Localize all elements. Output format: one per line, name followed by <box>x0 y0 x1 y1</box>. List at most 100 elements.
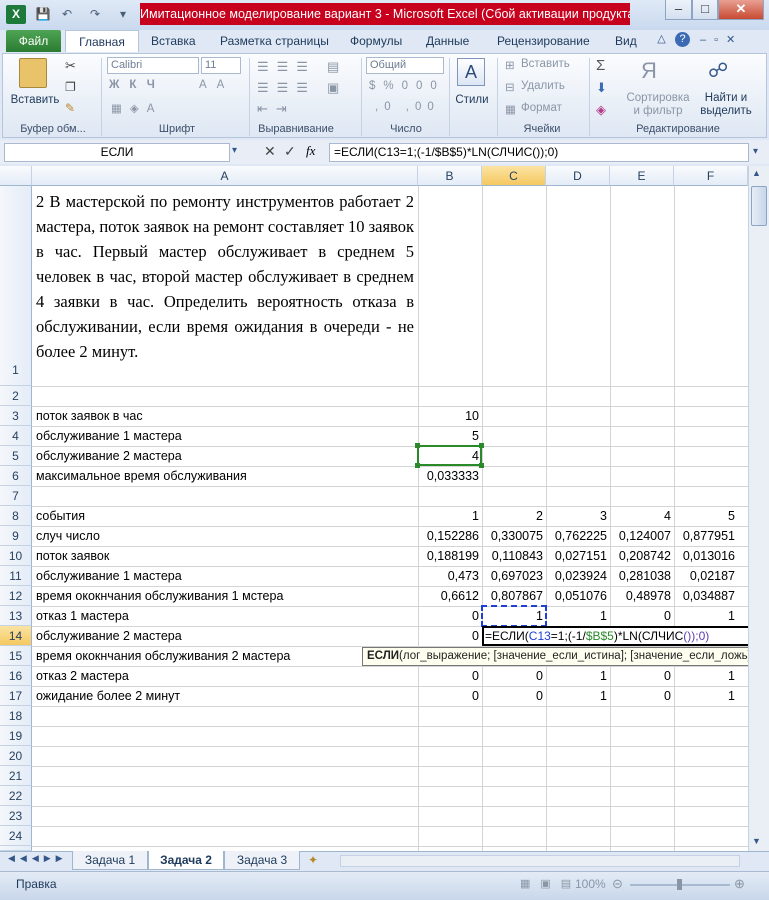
row-header[interactable]: 12 <box>0 586 32 606</box>
tab-file[interactable]: Файл <box>6 30 61 52</box>
customize-qat-icon[interactable]: ▾ <box>114 5 132 23</box>
currency-percent-icons[interactable]: $%000 <box>369 80 445 92</box>
row-header[interactable]: 10 <box>0 546 32 566</box>
name-box[interactable]: ЕСЛИ <box>4 143 230 162</box>
view-mode-icons[interactable]: ▦▣▤ <box>520 877 581 890</box>
table-cell[interactable]: 0,697023 <box>482 566 546 586</box>
expand-formula-icon[interactable]: ▾ <box>753 146 758 157</box>
tooltip-function-name[interactable]: ЕСЛИ <box>367 650 399 662</box>
close-button[interactable]: ✕ <box>718 0 764 20</box>
row-header[interactable]: 1 <box>0 186 32 386</box>
row-label[interactable]: время ококнчания обслуживания 2 мастера <box>36 646 414 666</box>
scroll-thumb[interactable] <box>751 186 767 226</box>
table-cell[interactable]: 0,02187 <box>674 566 738 586</box>
cell-a3[interactable]: поток заявок в час <box>36 406 414 426</box>
horizontal-align-icons[interactable]: ☰☰☰ <box>257 80 316 96</box>
enter-icon[interactable]: ✓ <box>284 143 296 160</box>
zoom-in-icon[interactable]: ⊕ <box>734 876 745 892</box>
insert-cells-button[interactable]: Вставить <box>521 58 570 70</box>
minimize-button[interactable]: – <box>665 0 692 20</box>
table-cell[interactable]: 0,188199 <box>418 546 482 566</box>
decimal-icons[interactable]: ,0 ,00 <box>375 101 440 113</box>
table-cell[interactable]: 0 <box>418 626 482 646</box>
table-cell[interactable]: 0,110843 <box>482 546 546 566</box>
zoom-slider-thumb[interactable] <box>677 879 682 890</box>
row-header[interactable]: 7 <box>0 486 32 506</box>
sheet-tab-1[interactable]: Задача 1 <box>72 851 148 870</box>
col-header-d[interactable]: D <box>546 166 610 186</box>
row-label[interactable]: события <box>36 506 414 526</box>
help-icon[interactable]: ? <box>675 32 690 47</box>
table-cell[interactable]: 0 <box>482 666 546 686</box>
cell-a4[interactable]: обслуживание 1 мастера <box>36 426 414 446</box>
table-cell[interactable]: 1 <box>674 606 738 626</box>
table-cell[interactable]: 0,48978 <box>610 586 674 606</box>
table-cell[interactable]: 3 <box>546 506 610 526</box>
row-label[interactable]: поток заявок <box>36 546 414 566</box>
row-header[interactable]: 3 <box>0 406 32 426</box>
row-header[interactable]: 4 <box>0 426 32 446</box>
table-cell[interactable]: 0,6612 <box>418 586 482 606</box>
tab-review[interactable]: Рецензирование <box>497 30 590 52</box>
wrap-text-icon[interactable]: ▤ <box>327 59 339 75</box>
table-cell[interactable]: 0,124007 <box>610 526 674 546</box>
row-header[interactable]: 17 <box>0 686 32 706</box>
table-cell[interactable]: 0,281038 <box>610 566 674 586</box>
font-name-box[interactable]: Calibri <box>107 57 199 74</box>
table-cell[interactable]: 0,034887 <box>674 586 738 606</box>
insert-cells-icon[interactable]: ⊞ <box>505 58 515 72</box>
row-header[interactable]: 6 <box>0 466 32 486</box>
sheet-nav-icons[interactable]: ◀◀◀▶▶ <box>8 853 68 864</box>
row-header[interactable]: 8 <box>0 506 32 526</box>
row-header[interactable]: 16 <box>0 666 32 686</box>
row-header[interactable]: 19 <box>0 726 32 746</box>
worksheet-grid[interactable]: A B C D E F 1 2 3 4 5 6 7 8 9 10 11 12 1… <box>0 166 748 851</box>
tab-page-layout[interactable]: Разметка страницы <box>220 30 329 52</box>
table-cell[interactable]: 0,013016 <box>674 546 738 566</box>
formula-input[interactable]: =ЕСЛИ(C13=1;(-1/$B$5)*LN(СЛЧИС());0) <box>329 143 749 162</box>
col-header-f[interactable]: F <box>674 166 748 186</box>
table-cell[interactable]: 0,208742 <box>610 546 674 566</box>
table-cell[interactable]: 1 <box>546 606 610 626</box>
tab-insert[interactable]: Вставка <box>151 30 196 52</box>
table-cell[interactable]: 1 <box>418 506 482 526</box>
cancel-icon[interactable]: ✕ <box>264 143 276 160</box>
row-header[interactable]: 20 <box>0 746 32 766</box>
merge-icon[interactable]: ▣ <box>327 80 339 96</box>
scroll-up-icon[interactable]: ▲ <box>752 168 761 178</box>
clear-icon[interactable]: ◈ <box>596 102 606 118</box>
table-cell[interactable]: 0,051076 <box>546 586 610 606</box>
cell-b3[interactable]: 10 <box>418 406 482 426</box>
format-cells-button[interactable]: Формат <box>521 102 562 114</box>
row-label[interactable]: случ число <box>36 526 414 546</box>
tab-data[interactable]: Данные <box>426 30 469 52</box>
table-cell[interactable]: 0 <box>610 666 674 686</box>
table-cell[interactable]: 0,473 <box>418 566 482 586</box>
table-cell[interactable]: 2 <box>482 506 546 526</box>
table-cell[interactable]: 0 <box>610 686 674 706</box>
sheet-tab-2-active[interactable]: Задача 2 <box>148 851 224 870</box>
format-cells-icon[interactable]: ▦ <box>505 102 516 116</box>
row-header[interactable]: 5 <box>0 446 32 466</box>
table-cell[interactable]: 0,027151 <box>546 546 610 566</box>
format-painter-icon[interactable]: ✎ <box>65 101 75 115</box>
ribbon-collapse-icon[interactable]: △ <box>655 33 668 46</box>
row-header[interactable]: 15 <box>0 646 32 666</box>
table-cell[interactable]: 0,807867 <box>482 586 546 606</box>
autosum-icon[interactable]: Σ <box>596 57 605 74</box>
sort-filter-icon[interactable]: Я <box>641 58 657 84</box>
col-header-c[interactable]: C <box>482 166 546 186</box>
sheet-tab-3[interactable]: Задача 3 <box>224 851 300 870</box>
row-header[interactable]: 22 <box>0 786 32 806</box>
table-cell[interactable]: 0 <box>418 666 482 686</box>
insert-sheet-icon[interactable]: ✦ <box>303 851 323 870</box>
excel-icon[interactable]: X <box>6 5 26 24</box>
table-cell[interactable]: 1 <box>546 666 610 686</box>
styles-button[interactable]: Стили <box>453 94 491 107</box>
row-header[interactable]: 21 <box>0 766 32 786</box>
cut-icon[interactable]: ✂ <box>65 58 76 74</box>
table-cell[interactable]: 0 <box>418 686 482 706</box>
tab-formulas[interactable]: Формулы <box>350 30 402 52</box>
copy-icon[interactable]: ❐ <box>65 80 76 94</box>
table-cell[interactable]: 0 <box>418 606 482 626</box>
